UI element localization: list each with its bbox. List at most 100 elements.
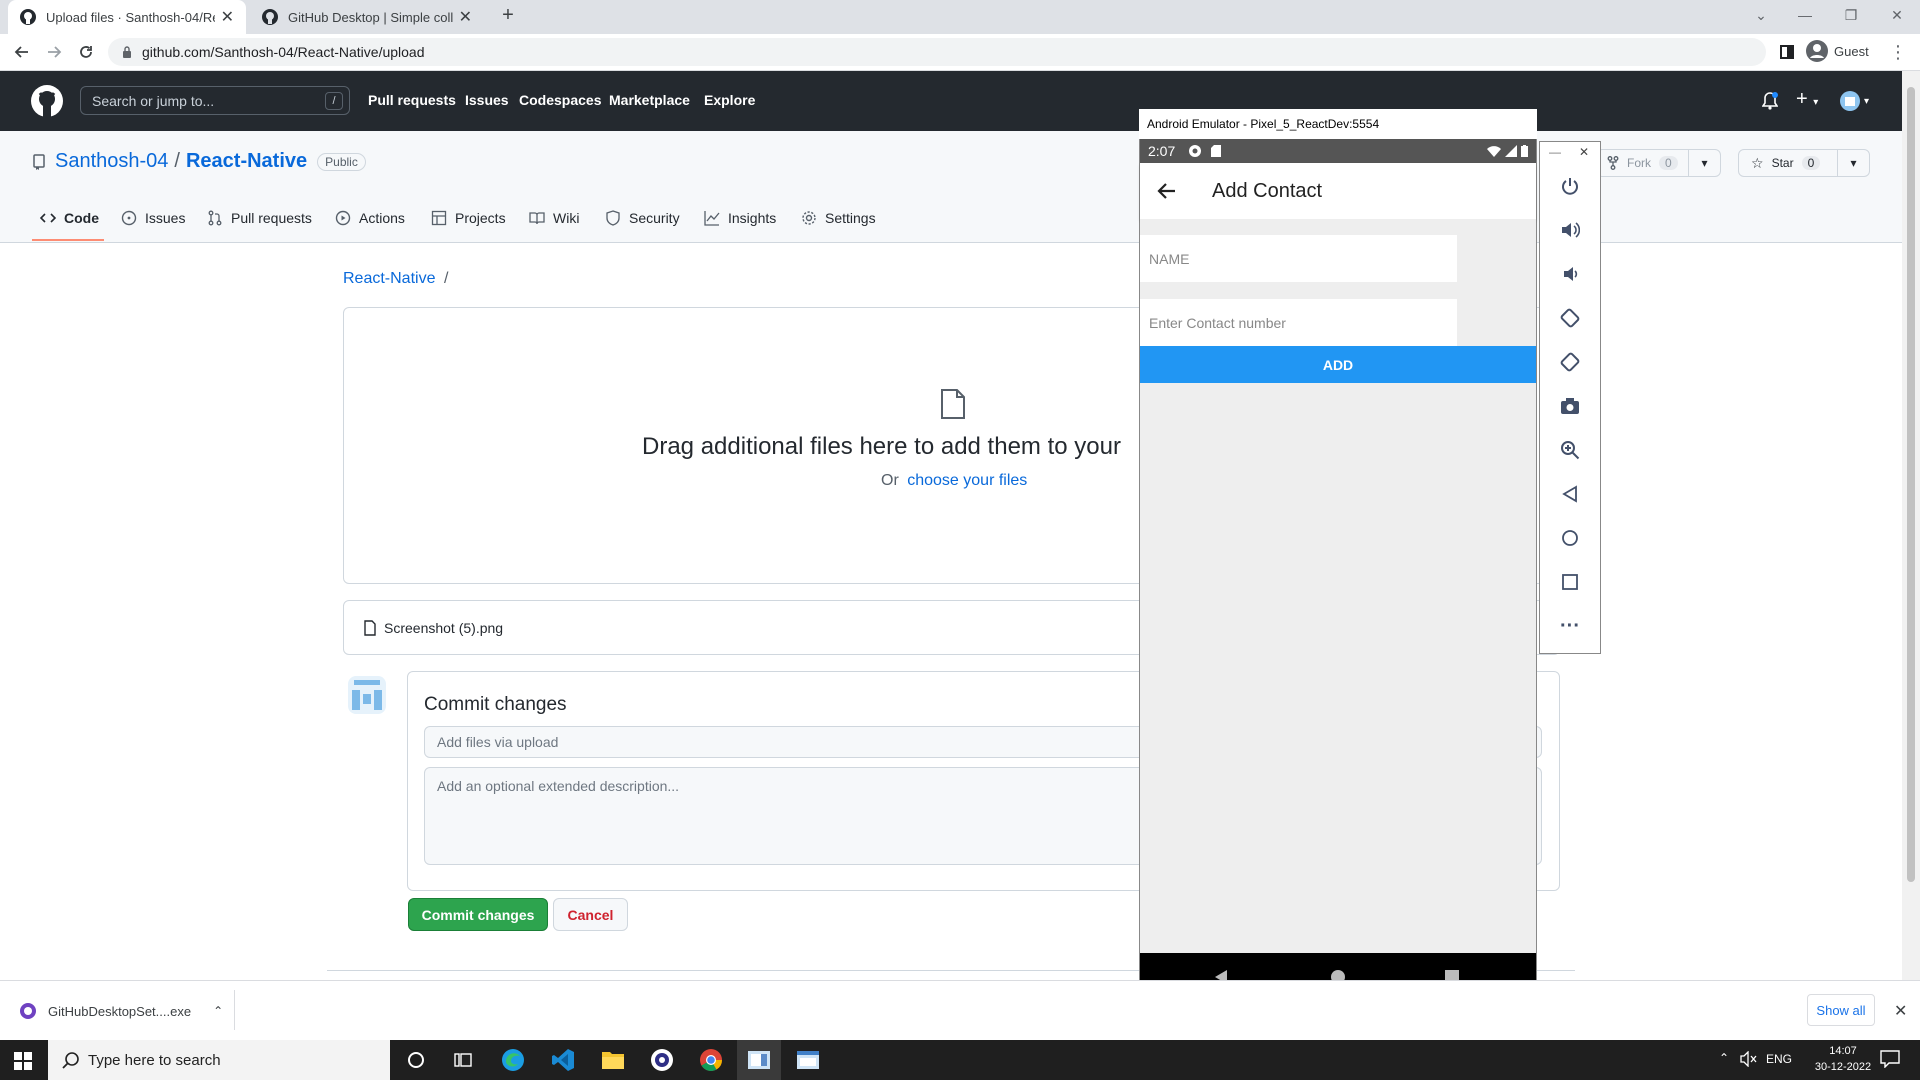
- nav-issues[interactable]: Issues: [465, 92, 509, 108]
- notification-center-icon[interactable]: [1880, 1050, 1900, 1068]
- rotate-left-icon[interactable]: [1554, 304, 1586, 332]
- camera-icon[interactable]: [1554, 392, 1586, 420]
- volume-up-icon[interactable]: [1554, 216, 1586, 244]
- taskbar-search-box[interactable]: Type here to search: [48, 1040, 390, 1080]
- tab-label: Wiki: [553, 210, 580, 226]
- browser-tab-title: Upload files · Santhosh-04/React-Native: [46, 9, 215, 25]
- star-button[interactable]: ☆ Star 0 ▾: [1738, 149, 1870, 177]
- add-button[interactable]: ADD: [1140, 346, 1536, 383]
- create-new-icon[interactable]: + ▾: [1796, 88, 1818, 111]
- tray-chevron-up-icon[interactable]: ⌃: [1719, 1051, 1729, 1065]
- browser-tab[interactable]: GitHub Desktop | Simple collaboration ✕: [250, 0, 484, 34]
- chevron-down-icon[interactable]: ▾: [1688, 150, 1720, 176]
- download-item[interactable]: GitHubDesktopSet....exe ⌃: [20, 1003, 223, 1019]
- choose-files-link[interactable]: choose your files: [907, 472, 1027, 489]
- code-icon: [40, 210, 64, 226]
- restore-icon[interactable]: ❐: [1828, 0, 1874, 30]
- windows-start-icon[interactable]: [14, 1052, 32, 1070]
- back-icon[interactable]: [1554, 480, 1586, 508]
- close-tab-icon[interactable]: ✕: [459, 7, 472, 27]
- page-scrollbar[interactable]: [1902, 71, 1920, 980]
- avatar-icon: [1806, 40, 1828, 62]
- back-icon[interactable]: [10, 40, 34, 64]
- contact-number-input[interactable]: Enter Contact number: [1140, 299, 1457, 346]
- forward-icon[interactable]: [42, 40, 66, 64]
- dropzone-heading: Drag additional files here to add them t…: [642, 433, 1121, 460]
- window-close-icon[interactable]: ✕: [1874, 0, 1920, 30]
- github-search-input[interactable]: Search or jump to... /: [80, 86, 350, 115]
- task-view-icon[interactable]: [447, 1044, 479, 1076]
- github-desktop-taskbar-icon[interactable]: [646, 1044, 678, 1076]
- browser-tab-active[interactable]: Upload files · Santhosh-04/React-Native …: [8, 0, 246, 34]
- clock[interactable]: 14:07 30-12-2022: [1808, 1043, 1878, 1075]
- zoom-icon[interactable]: [1554, 436, 1586, 464]
- tab-settings[interactable]: Settings: [801, 210, 876, 226]
- repo-name-link[interactable]: React-Native: [186, 150, 307, 173]
- name-input[interactable]: NAME: [1140, 235, 1457, 282]
- tab-issues[interactable]: Issues: [121, 210, 185, 226]
- side-panel-icon[interactable]: [1775, 40, 1799, 64]
- fork-button[interactable]: Fork 0 ▾: [1596, 149, 1721, 177]
- show-all-button[interactable]: Show all: [1807, 994, 1875, 1026]
- cortana-icon[interactable]: [400, 1044, 432, 1076]
- home-icon[interactable]: [1554, 524, 1586, 552]
- language-indicator[interactable]: ENG: [1766, 1052, 1792, 1066]
- app-window-icon[interactable]: [792, 1044, 824, 1076]
- nav-marketplace[interactable]: Marketplace: [609, 92, 690, 108]
- user-avatar-menu[interactable]: ▾: [1840, 91, 1869, 111]
- tab-label: Projects: [455, 210, 506, 226]
- avatar-icon: [1840, 91, 1860, 111]
- back-arrow-icon[interactable]: [1157, 181, 1177, 201]
- tab-code[interactable]: Code: [40, 210, 99, 226]
- nav-pull-requests[interactable]: Pull requests: [368, 92, 456, 108]
- tab-label: Insights: [728, 210, 777, 226]
- minimize-icon[interactable]: —: [1782, 0, 1828, 30]
- scrollbar-thumb[interactable]: [1907, 87, 1915, 882]
- breadcrumb-repo-link[interactable]: React-Native: [343, 270, 435, 287]
- address-bar[interactable]: github.com/Santhosh-04/React-Native/uplo…: [108, 38, 1766, 66]
- chevron-up-icon[interactable]: ⌃: [213, 1004, 223, 1018]
- tab-projects[interactable]: Projects: [431, 210, 506, 226]
- tab-actions[interactable]: Actions: [335, 210, 405, 226]
- repo-icon: [32, 154, 46, 170]
- tab-wiki[interactable]: Wiki: [529, 210, 579, 226]
- notifications-bell-icon[interactable]: [1762, 92, 1778, 110]
- cancel-button[interactable]: Cancel: [553, 898, 628, 931]
- emulator-taskbar-icon[interactable]: [743, 1044, 775, 1076]
- new-tab-button[interactable]: +: [496, 4, 520, 28]
- profile-button[interactable]: Guest: [1806, 40, 1869, 62]
- close-tab-icon[interactable]: ✕: [221, 7, 234, 27]
- repo-owner-link[interactable]: Santhosh-04: [55, 150, 168, 173]
- edge-icon[interactable]: [497, 1044, 529, 1076]
- nav-codespaces[interactable]: Codespaces: [519, 92, 601, 108]
- overview-icon[interactable]: [1554, 568, 1586, 596]
- download-divider: [234, 990, 235, 1030]
- vscode-icon[interactable]: [547, 1044, 579, 1076]
- tab-insights[interactable]: Insights: [704, 210, 776, 226]
- status-app-icon: [1189, 145, 1202, 157]
- nav-explore[interactable]: Explore: [704, 92, 755, 108]
- status-time: 2:07: [1148, 143, 1176, 159]
- reload-icon[interactable]: [74, 40, 98, 64]
- tab-pull-requests[interactable]: Pull requests: [207, 210, 312, 226]
- chevron-down-icon[interactable]: ▾: [1837, 150, 1869, 176]
- tab-search-icon[interactable]: ⌄: [1738, 0, 1784, 30]
- more-icon[interactable]: ···: [1554, 612, 1586, 640]
- file-icon: [940, 389, 966, 419]
- speaker-muted-icon[interactable]: [1740, 1051, 1758, 1067]
- power-icon[interactable]: [1554, 172, 1586, 200]
- file-explorer-icon[interactable]: [597, 1044, 629, 1076]
- github-logo-icon[interactable]: [31, 85, 63, 117]
- browser-menu-icon[interactable]: ⋮: [1886, 40, 1910, 64]
- commit-changes-button[interactable]: Commit changes: [408, 898, 548, 931]
- star-label: Star: [1771, 156, 1794, 170]
- rotate-right-icon[interactable]: [1554, 348, 1586, 376]
- emulator-minimize-icon[interactable]: —: [1549, 145, 1561, 159]
- close-download-bar-icon[interactable]: ✕: [1894, 1001, 1907, 1021]
- emulator-close-icon[interactable]: ✕: [1579, 145, 1589, 159]
- chrome-icon[interactable]: [695, 1044, 727, 1076]
- search-placeholder: Search or jump to...: [92, 92, 215, 109]
- issue-icon: [121, 210, 145, 226]
- volume-down-icon[interactable]: [1554, 260, 1586, 288]
- tab-security[interactable]: Security: [605, 210, 680, 226]
